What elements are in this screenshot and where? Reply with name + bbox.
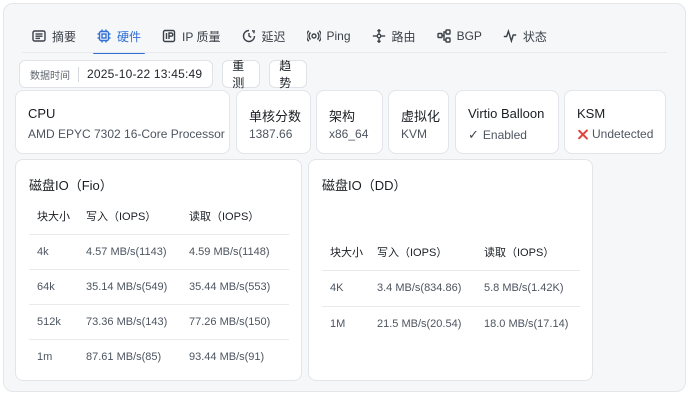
fio-header-read: 读取（IOPS）: [189, 211, 260, 223]
balloon-card: Virtio Balloon ✓ Enabled: [455, 90, 559, 154]
fio-cell: 73.36 MB/s(143): [86, 315, 168, 328]
table-row: 4k 4.57 MB/s(1143) 4.59 MB/s(1148): [29, 234, 289, 269]
table-row: 1m 87.61 MB/s(85) 93.44 MB/s(91): [29, 339, 289, 374]
cross-icon: [577, 129, 588, 140]
arch-value: x86_64: [329, 127, 369, 141]
status-icon: [503, 29, 517, 43]
tab-ping[interactable]: Ping: [299, 22, 359, 50]
dd-title: 磁盘IO（DD）: [322, 178, 407, 193]
fio-cell: 35.14 MB/s(549): [86, 280, 168, 293]
balloon-value: Enabled: [482, 128, 527, 142]
ping-icon: [306, 30, 321, 42]
fio-title: 磁盘IO（Fio）: [29, 178, 113, 193]
dd-header-read: 读取（IOPS）: [484, 247, 555, 259]
check-icon: ✓: [468, 127, 479, 142]
cpu-value: AMD EPYC 7302 16-Core Processor: [28, 127, 225, 141]
tab-ip-quality-label: IP 质量: [182, 29, 221, 44]
fio-table: 块大小 写入（IOPS） 读取（IOPS） 4k 4.57 MB/s(1143)…: [29, 208, 289, 374]
latency-icon: [242, 29, 255, 43]
dd-header-row: 块大小 写入（IOPS） 读取（IOPS）: [322, 244, 580, 270]
ksm-title: KSM: [577, 106, 606, 121]
table-row: 1M 21.5 MB/s(20.54) 18.0 MB/s(17.14): [322, 306, 580, 342]
single-core-value: 1387.66: [249, 127, 293, 141]
tab-ping-label: Ping: [326, 29, 351, 43]
virt-value: KVM: [401, 127, 428, 141]
dd-cell: 21.5 MB/s(20.54): [377, 318, 462, 331]
arch-title: 架构: [329, 109, 356, 124]
cpu-card: CPU AMD EPYC 7302 16-Core Processor: [15, 90, 230, 154]
dd-cell: 3.4 MB/s(834.86): [377, 282, 462, 294]
data-time-label: 数据时间: [30, 66, 79, 82]
fio-cell: 64k: [37, 280, 55, 293]
fio-header-write: 写入（IOPS）: [86, 211, 157, 223]
tab-summary-label: 摘要: [52, 29, 77, 44]
hardware-panel: 摘要 硬件 IP 质量 延迟 Ping 路由 BGP 状态 数据时间 2025-…: [3, 3, 686, 392]
tab-status-label: 状态: [522, 29, 547, 44]
route-icon: [372, 29, 385, 43]
dd-cell: 4K: [330, 282, 344, 294]
arch-card: 架构 x86_64: [316, 90, 383, 154]
tab-hardware-label: 硬件: [117, 29, 142, 44]
tab-bgp[interactable]: BGP: [429, 22, 490, 50]
dd-header-block: 块大小: [330, 247, 363, 259]
disk-io-fio-card: 磁盘IO（Fio） 块大小 写入（IOPS） 读取（IOPS） 4k 4.57 …: [15, 159, 302, 381]
data-time-box: 数据时间 2025-10-22 13:45:49: [19, 60, 214, 88]
controls-row: 数据时间 2025-10-22 13:45:49 重测 趋势: [19, 59, 308, 90]
ksm-status: Undetected: [577, 127, 653, 141]
ksm-value: Undetected: [592, 127, 654, 141]
tab-latency[interactable]: 延迟: [234, 22, 294, 50]
fio-cell: 77.26 MB/s(150): [189, 315, 271, 328]
fio-cell: 93.44 MB/s(91): [189, 350, 265, 363]
tab-bar: 摘要 硬件 IP 质量 延迟 Ping 路由 BGP 状态: [24, 22, 560, 54]
fio-cell: 87.61 MB/s(85): [86, 350, 162, 363]
table-row: 4K 3.4 MB/s(834.86) 5.8 MB/s(1.42K): [322, 270, 580, 306]
tab-status[interactable]: 状态: [495, 22, 555, 50]
tab-hardware[interactable]: 硬件: [89, 22, 149, 54]
fio-header-block: 块大小: [37, 211, 70, 223]
retest-button[interactable]: 重测: [222, 59, 261, 90]
tab-summary[interactable]: 摘要: [24, 22, 84, 50]
tab-latency-label: 延迟: [261, 29, 286, 44]
virt-card: 虚拟化 KVM: [388, 90, 449, 154]
dd-cell: 1M: [330, 318, 346, 331]
ksm-card: KSM Undetected: [564, 90, 666, 154]
ip-icon: [162, 29, 176, 43]
bgp-icon: [436, 29, 451, 43]
dd-cell: 18.0 MB/s(17.14): [484, 318, 569, 331]
fio-cell: 4.57 MB/s(1143): [86, 245, 167, 258]
dd-header-write: 写入（IOPS）: [377, 247, 448, 259]
fio-header-row: 块大小 写入（IOPS） 读取（IOPS）: [29, 208, 289, 234]
trend-button[interactable]: 趋势: [269, 59, 308, 90]
fio-cell: 1m: [37, 350, 53, 363]
single-core-card: 单核分数 1387.66: [236, 90, 311, 154]
summary-icon: [32, 30, 46, 42]
single-core-title: 单核分数: [249, 109, 302, 124]
tab-route-label: 路由: [391, 29, 416, 44]
data-time-value: 2025-10-22 13:45:49: [87, 67, 203, 81]
fio-cell: 4.59 MB/s(1148): [189, 245, 270, 258]
dd-cell: 5.8 MB/s(1.42K): [484, 282, 564, 294]
balloon-status: ✓ Enabled: [468, 127, 527, 143]
fio-cell: 35.44 MB/s(553): [189, 280, 271, 293]
tab-ip-quality[interactable]: IP 质量: [154, 22, 228, 50]
disk-io-dd-card: 磁盘IO（DD） 块大小 写入（IOPS） 读取（IOPS） 4K 3.4 MB…: [308, 159, 593, 381]
tab-divider: [22, 52, 667, 53]
table-row: 512k 73.36 MB/s(143) 77.26 MB/s(150): [29, 304, 289, 339]
fio-cell: 4k: [37, 245, 49, 258]
virt-title: 虚拟化: [401, 109, 441, 124]
table-row: 64k 35.14 MB/s(549) 35.44 MB/s(553): [29, 269, 289, 304]
tab-route[interactable]: 路由: [364, 22, 424, 50]
balloon-title: Virtio Balloon: [468, 106, 545, 121]
fio-cell: 512k: [37, 315, 61, 328]
cpu-title: CPU: [28, 106, 56, 121]
dd-table: 块大小 写入（IOPS） 读取（IOPS） 4K 3.4 MB/s(834.86…: [322, 244, 580, 342]
tab-bgp-label: BGP: [456, 29, 482, 43]
chip-icon: [97, 29, 111, 43]
